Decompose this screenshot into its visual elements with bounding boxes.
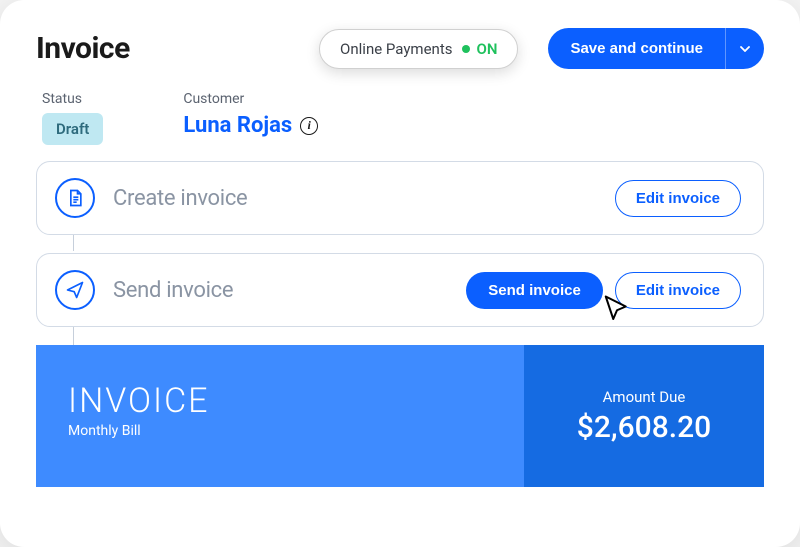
invoice-panel: Invoice Online Payments ON Save and cont… bbox=[0, 0, 800, 547]
create-invoice-title: Create invoice bbox=[113, 186, 247, 211]
edit-invoice-button[interactable]: Edit invoice bbox=[615, 272, 741, 309]
save-button-group: Save and continue bbox=[548, 28, 764, 69]
invoice-preview-title: INVOICE bbox=[68, 381, 492, 421]
page-title: Invoice bbox=[36, 31, 130, 66]
meta-row: Status Draft Customer Luna Rojas i bbox=[36, 91, 764, 145]
send-invoice-button[interactable]: Send invoice bbox=[466, 272, 603, 309]
status-label: Status bbox=[42, 91, 103, 107]
invoice-preview-subtitle: Monthly Bill bbox=[68, 423, 492, 439]
edit-invoice-button[interactable]: Edit invoice bbox=[615, 180, 741, 217]
save-dropdown-button[interactable] bbox=[725, 28, 764, 69]
invoice-preview: INVOICE Monthly Bill Amount Due $2,608.2… bbox=[36, 345, 764, 487]
info-icon[interactable]: i bbox=[300, 117, 318, 135]
save-and-continue-button[interactable]: Save and continue bbox=[548, 28, 725, 69]
customer-name-text: Luna Rojas bbox=[183, 113, 292, 138]
invoice-preview-left: INVOICE Monthly Bill bbox=[36, 345, 524, 487]
header-row: Invoice Online Payments ON Save and cont… bbox=[36, 28, 764, 69]
create-invoice-step: Create invoice Edit invoice bbox=[36, 161, 764, 235]
status-block: Status Draft bbox=[42, 91, 103, 145]
customer-name-link[interactable]: Luna Rojas i bbox=[183, 113, 318, 138]
send-icon bbox=[55, 270, 95, 310]
status-dot-icon bbox=[462, 45, 470, 53]
customer-block: Customer Luna Rojas i bbox=[183, 91, 318, 145]
step-connector bbox=[73, 233, 74, 251]
status-badge: Draft bbox=[42, 113, 103, 145]
document-icon bbox=[55, 178, 95, 218]
online-payments-label: Online Payments bbox=[340, 40, 452, 58]
invoice-preview-right: Amount Due $2,608.20 bbox=[524, 345, 764, 487]
send-invoice-title: Send invoice bbox=[113, 278, 233, 303]
steps-container: Create invoice Edit invoice Send invoice… bbox=[36, 161, 764, 487]
online-payments-state: ON bbox=[476, 40, 497, 58]
amount-due-label: Amount Due bbox=[603, 388, 686, 406]
caret-down-icon bbox=[740, 46, 750, 52]
send-invoice-step: Send invoice Send invoice Edit invoice bbox=[36, 253, 764, 327]
amount-due-value: $2,608.20 bbox=[577, 410, 711, 445]
online-payments-toggle[interactable]: Online Payments ON bbox=[319, 29, 518, 69]
customer-label: Customer bbox=[183, 91, 318, 107]
